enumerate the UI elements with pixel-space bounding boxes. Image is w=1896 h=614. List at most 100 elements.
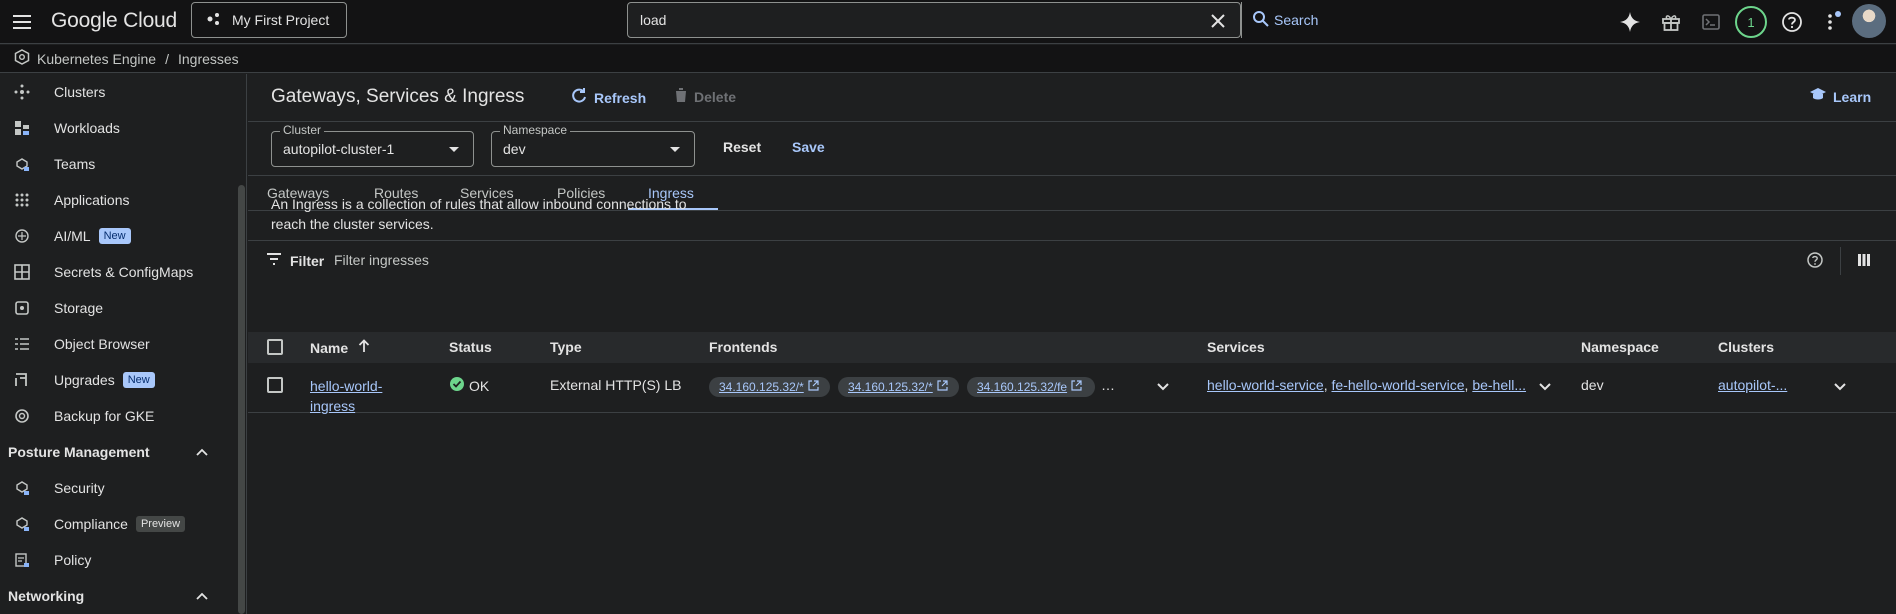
help-icon[interactable]	[1780, 10, 1804, 34]
security-icon	[14, 480, 30, 496]
search-box: Search	[627, 2, 1318, 38]
breadcrumb-kubernetes-engine[interactable]: Kubernetes Engine	[37, 51, 156, 67]
page-title: Gateways, Services & Ingress	[271, 86, 525, 107]
column-header-type[interactable]: Type	[550, 339, 582, 355]
table-row: hello-world- ingress OK External HTTP(S)…	[248, 363, 1896, 416]
sidebar-item-upgrades[interactable]: Upgrades New	[0, 362, 236, 398]
column-header-status[interactable]: Status	[449, 339, 492, 355]
filter-input[interactable]	[334, 250, 934, 270]
delete-button[interactable]: Delete	[674, 87, 736, 106]
search-input[interactable]	[640, 10, 1140, 30]
namespace-select[interactable]: Namespace dev	[491, 123, 695, 167]
reset-button[interactable]: Reset	[723, 139, 761, 155]
posture-management-section-header[interactable]: Posture Management	[0, 434, 236, 470]
frontend-chip[interactable]: 34.160.125.32/*	[838, 377, 959, 397]
cluster-link[interactable]: autopilot-...	[1718, 377, 1787, 393]
sidebar-item-security[interactable]: Security	[0, 470, 236, 506]
gemini-sparkle-icon[interactable]	[1618, 10, 1642, 34]
frontends-more: …	[1101, 377, 1115, 393]
sidebar-item-label: Compliance	[54, 516, 128, 532]
top-bar: Google Cloud My First Project Search 1	[0, 0, 1896, 44]
column-header-services[interactable]: Services	[1207, 339, 1265, 355]
more-options-icon[interactable]	[1821, 10, 1845, 34]
filter-bar: Filter	[248, 241, 1896, 281]
sidebar-item-clusters[interactable]: Clusters	[0, 74, 236, 110]
google-cloud-logo[interactable]: Google Cloud	[51, 9, 177, 33]
backup-icon	[14, 408, 30, 424]
breadcrumb-separator: /	[165, 50, 169, 67]
ingress-name-line: hello-world-	[310, 378, 383, 394]
main-menu-button[interactable]	[8, 8, 36, 36]
sidebar-item-label: Applications	[54, 192, 130, 208]
sidebar-item-label: Storage	[54, 300, 104, 316]
breadcrumb: Kubernetes Engine / Ingresses	[0, 45, 1896, 73]
clusters-icon	[14, 84, 30, 100]
service-link[interactable]: fe-hello-world-service	[1331, 377, 1464, 393]
new-badge: New	[122, 372, 155, 388]
column-header-name[interactable]: Name	[310, 339, 370, 356]
column-header-namespace[interactable]: Namespace	[1581, 339, 1659, 355]
sidebar-item-compliance[interactable]: Compliance Preview	[0, 506, 236, 542]
search-button-label: Search	[1274, 12, 1319, 28]
sidebar-scrollbar-thumb[interactable]	[238, 185, 245, 614]
sidebar-item-label: Clusters	[54, 84, 106, 100]
delete-label: Delete	[694, 88, 737, 105]
sidebar-item-policy[interactable]: Policy	[0, 542, 236, 578]
expand-frontends-chevron-icon[interactable]	[1155, 379, 1171, 395]
notifications-badge[interactable]: 1	[1735, 6, 1767, 38]
column-header-clusters[interactable]: Clusters	[1718, 339, 1774, 355]
chevron-up-icon	[195, 589, 209, 603]
learn-button[interactable]: Learn	[1809, 87, 1871, 106]
breadcrumb-ingresses[interactable]: Ingresses	[178, 51, 239, 67]
frontend-chip[interactable]: 34.160.125.32/*	[709, 377, 830, 397]
applications-icon	[14, 192, 30, 208]
search-button[interactable]: Search	[1241, 2, 1331, 38]
clear-search-icon[interactable]	[1208, 11, 1228, 31]
sidebar-item-backup-for-gke[interactable]: Backup for GKE	[0, 398, 236, 434]
networking-section-header[interactable]: Networking	[0, 578, 236, 614]
expand-clusters-chevron-icon[interactable]	[1832, 379, 1848, 395]
sidebar-item-workloads[interactable]: Workloads	[0, 110, 236, 146]
section-title: Networking	[8, 588, 85, 604]
help-icon[interactable]	[1806, 251, 1824, 272]
sidebar-item-object-browser[interactable]: Object Browser	[0, 326, 236, 362]
ingress-name-line: ingress	[310, 398, 356, 414]
learn-label: Learn	[1833, 88, 1872, 105]
check-circle-icon	[450, 377, 464, 394]
gift-icon[interactable]	[1659, 10, 1683, 34]
filter-button[interactable]: Filter	[266, 252, 324, 269]
sidebar-item-label: Security	[54, 480, 105, 496]
column-display-icon[interactable]	[1856, 252, 1872, 271]
ingress-name-link[interactable]: hello-world- ingress	[310, 376, 382, 416]
service-link[interactable]: be-hell...	[1472, 377, 1526, 393]
sidebar-item-applications[interactable]: Applications	[0, 182, 236, 218]
preview-badge: Preview	[135, 516, 186, 532]
ai-ml-icon	[14, 228, 30, 244]
cluster-select[interactable]: Cluster autopilot-cluster-1	[271, 123, 474, 167]
project-picker-button[interactable]: My First Project	[191, 2, 347, 38]
sidebar-item-storage[interactable]: Storage	[0, 290, 236, 326]
filter-list-icon	[266, 252, 282, 269]
select-all-checkbox[interactable]	[267, 339, 283, 355]
sidebar-item-label: AI/ML	[54, 228, 91, 244]
column-header-label: Name	[310, 340, 349, 356]
save-button[interactable]: Save	[792, 139, 825, 155]
sidebar-item-secrets-configmaps[interactable]: Secrets & ConfigMaps	[0, 254, 236, 290]
service-link[interactable]: hello-world-service	[1207, 377, 1324, 393]
refresh-button[interactable]: Refresh	[570, 87, 646, 108]
table-header: Name Status Type Frontends Services Name…	[248, 332, 1896, 363]
row-checkbox[interactable]	[267, 377, 283, 393]
account-avatar[interactable]	[1852, 4, 1886, 38]
sidebar-item-label: Workloads	[54, 120, 120, 136]
column-header-frontends[interactable]: Frontends	[709, 339, 777, 355]
sidebar-item-label: Object Browser	[54, 336, 150, 352]
status-cell: OK	[450, 377, 489, 394]
sidebar-item-ai-ml[interactable]: AI/ML New	[0, 218, 236, 254]
menu-line	[13, 27, 31, 29]
sidebar-item-teams[interactable]: Teams	[0, 146, 236, 182]
frontend-chip[interactable]: 34.160.125.32/fe	[967, 377, 1095, 397]
menu-line	[13, 21, 31, 23]
teams-icon	[14, 156, 30, 172]
expand-services-chevron-icon[interactable]	[1537, 379, 1553, 395]
cloud-shell-icon[interactable]	[1699, 10, 1723, 34]
